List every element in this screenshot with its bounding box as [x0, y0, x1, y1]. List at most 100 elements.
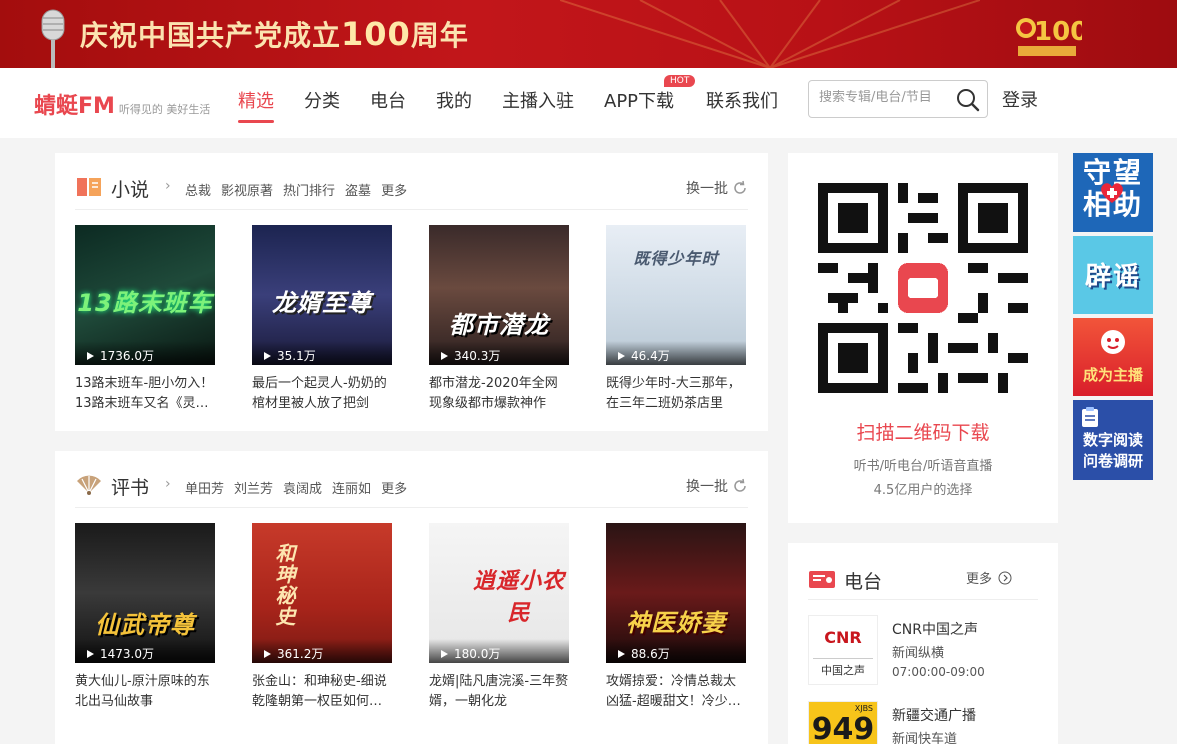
book-card[interactable]: 都市潜龙 340.3万 都市潜龙-2020年全网现象级都市爆款神作	[429, 225, 569, 414]
play-icon	[264, 650, 271, 658]
side-tile-reading-survey[interactable]: 数字阅读问卷调研	[1073, 400, 1153, 480]
radio-more-label: 更多	[966, 572, 993, 587]
refresh-label: 换一批	[686, 479, 728, 495]
book-description[interactable]: 都市潜龙-2020年全网现象级都市爆款神作	[429, 374, 569, 414]
celebration-banner[interactable]: 庆祝中国共产党成立100周年 100	[0, 0, 1177, 68]
search-icon[interactable]	[955, 87, 981, 113]
site-logo[interactable]: 蜻蜓FM 听得见的 美好生活	[34, 88, 210, 120]
book-description[interactable]: 黄大仙儿-原汁原味的东北出马仙故事	[75, 672, 215, 712]
tag-link[interactable]: 袁阔成	[283, 478, 322, 497]
svg-text:100: 100	[1034, 17, 1082, 47]
station-program: 新闻纵横	[892, 646, 945, 661]
radio-station-item[interactable]: 949 XJBS 新疆交通广播 新闻快车道	[808, 701, 1038, 744]
login-link[interactable]: 登录	[1002, 86, 1038, 112]
refresh-label: 换一批	[686, 181, 728, 197]
book-card[interactable]: 逍遥小农民 180.0万 龙婿|陆凡唐浣溪-三年赘婿，一朝化龙	[429, 523, 569, 712]
play-count: 1736.0万	[100, 349, 154, 363]
book-cover[interactable]: 13路末班车 1736.0万	[75, 225, 215, 365]
play-count-bar: 361.2万	[252, 639, 392, 663]
nav-item-host-join[interactable]: 主播入驻	[502, 87, 574, 113]
refresh-button[interactable]: 换一批	[686, 476, 748, 496]
nav-item-app-download[interactable]: APP下载	[604, 87, 674, 113]
qr-code[interactable]	[818, 183, 1028, 393]
microphone-icon	[41, 9, 65, 68]
nav-item-radio[interactable]: 电台	[370, 87, 406, 113]
refresh-button[interactable]: 换一批	[686, 178, 748, 198]
book-list: 13路末班车 1736.0万 13路末班车-胆小勿入！13路末班车又名《灵异档案…	[75, 225, 755, 425]
station-name[interactable]: CNR中国之声	[892, 619, 978, 639]
book-description[interactable]: 最后一个起灵人-奶奶的棺材里被人放了把剑	[252, 374, 392, 414]
tag-link[interactable]: 热门排行	[283, 180, 335, 199]
book-card[interactable]: 和珅秘史 361.2万 张金山：和珅秘史-细说乾隆朝第一权臣如何发迹	[252, 523, 392, 712]
book-description[interactable]: 张金山：和珅秘史-细说乾隆朝第一权臣如何发迹	[252, 672, 392, 712]
station-logo-text: 949	[811, 712, 875, 744]
fan-icon	[77, 475, 101, 495]
section-divider	[75, 507, 748, 508]
book-cover[interactable]: 神医娇妻 88.6万	[606, 523, 746, 663]
book-description[interactable]: 既得少年时-大三那年，在三年二班奶茶店里	[606, 374, 746, 414]
cover-title: 仙武帝尊	[95, 611, 195, 639]
mascot-icon	[1101, 330, 1125, 354]
station-logo-subtext: XJBS	[854, 704, 873, 713]
nav-active-indicator	[238, 120, 274, 123]
play-count: 361.2万	[277, 647, 324, 661]
more-link[interactable]: 更多	[381, 478, 407, 497]
tag-link[interactable]: 盗墓	[345, 180, 371, 199]
cover-title: 13路末班车	[77, 289, 213, 317]
station-logo[interactable]: 949 XJBS	[808, 701, 878, 744]
side-tile-rumor-debunk[interactable]: 辟谣	[1073, 236, 1153, 314]
station-logo[interactable]: CNR 中国之声	[808, 615, 878, 685]
cover-title: 和珅秘史	[272, 543, 296, 627]
book-cover[interactable]: 既得少年时 46.4万	[606, 225, 746, 365]
play-icon	[618, 650, 625, 658]
play-count-bar: 180.0万	[429, 639, 569, 663]
banner-text-pre: 庆祝中国共产党成立	[80, 19, 342, 52]
banner-rays-decoration	[560, 0, 980, 68]
book-description[interactable]: 攻婿掠爱：冷情总裁太凶猛-超暖甜文！冷少宠妻	[606, 672, 746, 712]
section-title[interactable]: 小说	[111, 175, 149, 202]
section-title[interactable]: 评书	[111, 473, 149, 500]
tag-link[interactable]: 单田芳	[185, 478, 224, 497]
side-tile-mutual-aid[interactable]: 守望相助	[1073, 153, 1153, 232]
radio-section-title[interactable]: 电台	[844, 567, 882, 594]
qr-subtitle: 听书/听电台/听语音直播	[853, 459, 993, 474]
play-count-bar: 35.1万	[252, 341, 392, 365]
banner-text-number: 100	[341, 15, 411, 53]
more-link[interactable]: 更多	[381, 180, 407, 199]
nav-item-categories[interactable]: 分类	[304, 87, 340, 113]
book-cover[interactable]: 逍遥小农民 180.0万	[429, 523, 569, 663]
book-cover[interactable]: 和珅秘史 361.2万	[252, 523, 392, 663]
book-icon	[77, 178, 101, 196]
app-download-qr-card: 扫描二维码下载 听书/听电台/听语音直播 4.5亿用户的选择	[788, 153, 1058, 523]
tag-link[interactable]: 总裁	[185, 180, 211, 199]
book-card[interactable]: 既得少年时 46.4万 既得少年时-大三那年，在三年二班奶茶店里	[606, 225, 746, 414]
book-card[interactable]: 仙武帝尊 1473.0万 黄大仙儿-原汁原味的东北出马仙故事	[75, 523, 215, 712]
radio-more-link[interactable]: 更多	[966, 568, 1012, 587]
refresh-icon	[734, 478, 746, 492]
search-input[interactable]	[819, 90, 949, 105]
top-navigation: 蜻蜓FM 听得见的 美好生活 精选 分类 电台 我的 主播入驻 APP下载 联系…	[0, 68, 1177, 138]
play-icon	[264, 352, 271, 360]
book-list: 仙武帝尊 1473.0万 黄大仙儿-原汁原味的东北出马仙故事 和珅秘史 361.…	[75, 523, 755, 723]
tag-link[interactable]: 影视原著	[221, 180, 273, 199]
play-count-bar: 1736.0万	[75, 341, 215, 365]
cover-title: 既得少年时	[633, 249, 719, 268]
book-cover[interactable]: 仙武帝尊 1473.0万	[75, 523, 215, 663]
tag-link[interactable]: 刘兰芳	[234, 478, 273, 497]
book-description[interactable]: 龙婿|陆凡唐浣溪-三年赘婿，一朝化龙	[429, 672, 569, 712]
book-card[interactable]: 13路末班车 1736.0万 13路末班车-胆小勿入！13路末班车又名《灵异档案…	[75, 225, 215, 414]
nav-item-featured[interactable]: 精选	[238, 87, 274, 113]
play-icon	[441, 650, 448, 658]
book-description[interactable]: 13路末班车-胆小勿入！13路末班车又名《灵异档案》	[75, 374, 215, 414]
radio-station-item[interactable]: CNR 中国之声 CNR中国之声 新闻纵横 07:00:00-09:00	[808, 615, 1038, 687]
book-cover[interactable]: 龙婿至尊 35.1万	[252, 225, 392, 365]
book-card[interactable]: 龙婿至尊 35.1万 最后一个起灵人-奶奶的棺材里被人放了把剑	[252, 225, 392, 414]
nav-item-contact[interactable]: 联系我们	[706, 87, 778, 113]
side-tile-become-host[interactable]: 成为主播	[1073, 318, 1153, 396]
tag-link[interactable]: 连丽如	[332, 478, 371, 497]
station-name[interactable]: 新疆交通广播	[892, 705, 976, 725]
play-count-bar: 88.6万	[606, 639, 746, 663]
nav-item-mine[interactable]: 我的	[436, 87, 472, 113]
book-card[interactable]: 神医娇妻 88.6万 攻婿掠爱：冷情总裁太凶猛-超暖甜文！冷少宠妻	[606, 523, 746, 712]
book-cover[interactable]: 都市潜龙 340.3万	[429, 225, 569, 365]
